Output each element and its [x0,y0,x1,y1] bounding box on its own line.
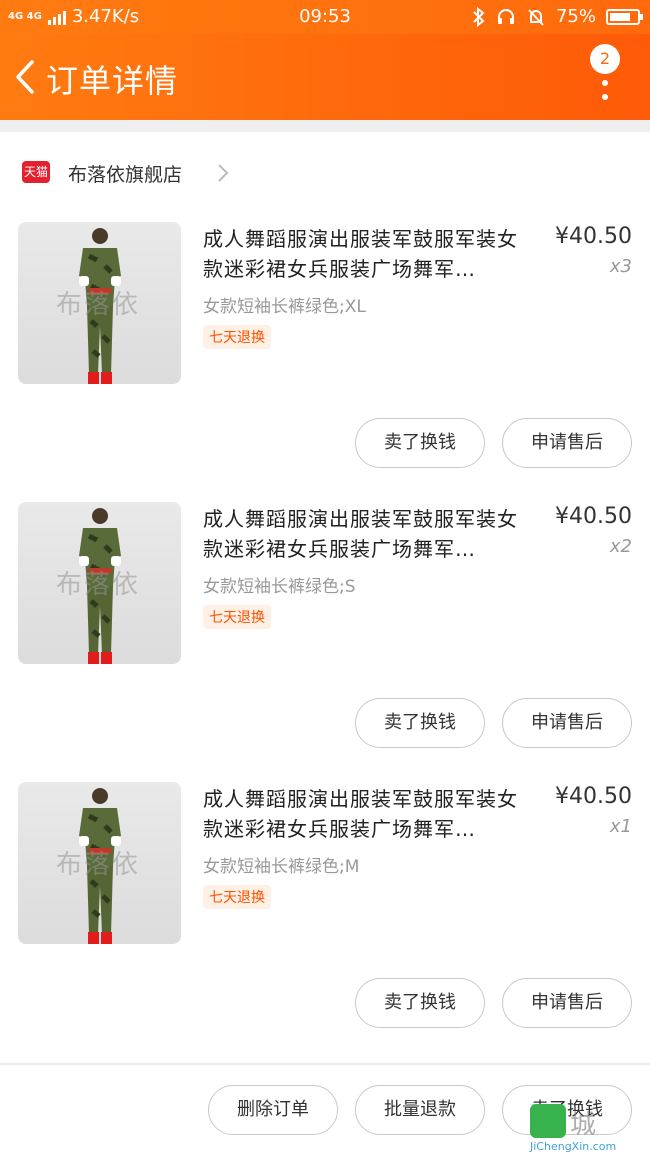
more-dot-icon [602,80,608,86]
return-policy-tag: 七天退换 [203,605,271,629]
product-image[interactable]: 布落依 [18,502,181,664]
sell-button[interactable]: 卖了换钱 [355,978,485,1028]
chevron-right-icon [218,164,229,182]
product-image[interactable]: 布落依 [18,782,181,944]
product-price: ¥40.50 [555,224,632,249]
notification-badge: 2 [590,44,620,74]
product-spec: 女款短袖长裤绿色;XL [203,297,366,317]
nav-bar: 订单详情 2 [0,34,650,120]
tmall-icon: 天猫 [22,161,50,183]
product-price: ¥40.50 [555,504,632,529]
product-quantity: x2 [609,536,632,557]
image-watermark: 布落依 [56,570,141,600]
bluetooth-icon [473,6,485,27]
product-quantity: x1 [609,816,632,837]
battery-percent: 75% [555,6,596,27]
order-item[interactable]: 布落依 成人舞蹈服演出服装军鼓服军装女款迷彩裙女兵服装广场舞军… ¥40.50 … [0,782,650,1062]
watermark-text: 城 [570,1110,597,1140]
product-title[interactable]: 成人舞蹈服演出服装军鼓服军装女款迷彩裙女兵服装广场舞军… [203,224,533,284]
order-item[interactable]: 布落依 成人舞蹈服演出服装军鼓服军装女款迷彩裙女兵服装广场舞军… ¥40.50 … [0,502,650,782]
after-sale-button[interactable]: 申请售后 [502,418,632,468]
back-arrow-icon[interactable] [10,58,40,96]
mute-icon [528,8,544,26]
section-gap [0,120,650,132]
image-watermark: 布落依 [56,850,141,880]
bulk-refund-button[interactable]: 批量退款 [355,1085,485,1135]
watermark-url: JiChengXin.com [530,1140,617,1153]
store-name[interactable]: 布落依旗舰店 [68,160,182,187]
battery-fill [610,12,630,21]
watermark-logo-icon [530,1104,566,1138]
status-bar: 4G 4G 3.47K/s 09:53 75% [0,0,650,34]
page-title: 订单详情 [46,62,179,100]
after-sale-button[interactable]: 申请售后 [502,978,632,1028]
after-sale-button[interactable]: 申请售后 [502,698,632,748]
return-policy-tag: 七天退换 [203,885,271,909]
product-title[interactable]: 成人舞蹈服演出服装军鼓服军装女款迷彩裙女兵服装广场舞军… [203,784,533,844]
product-title[interactable]: 成人舞蹈服演出服装军鼓服军装女款迷彩裙女兵服装广场舞军… [203,504,533,564]
more-menu-button[interactable]: 2 [588,44,628,104]
more-dot-icon [602,94,608,100]
product-spec: 女款短袖长裤绿色;S [203,577,356,597]
delete-order-button[interactable]: 删除订单 [208,1085,338,1135]
image-watermark: 布落依 [56,290,141,320]
sell-button[interactable]: 卖了换钱 [355,698,485,748]
store-row[interactable]: 天猫 布落依旗舰店 [0,152,650,192]
product-spec: 女款短袖长裤绿色;M [203,857,360,877]
order-item[interactable]: 布落依 成人舞蹈服演出服装军鼓服军装女款迷彩裙女兵服装广场舞军… ¥40.50 … [0,222,650,502]
headset-icon [497,8,514,24]
product-image[interactable]: 布落依 [18,222,181,384]
status-right: 75% [472,6,643,27]
battery-icon [606,8,643,25]
product-price: ¥40.50 [555,784,632,809]
return-policy-tag: 七天退换 [203,325,271,349]
product-quantity: x3 [609,256,632,277]
sell-button[interactable]: 卖了换钱 [355,418,485,468]
site-watermark: 城 JiChengXin.com [530,1102,650,1153]
